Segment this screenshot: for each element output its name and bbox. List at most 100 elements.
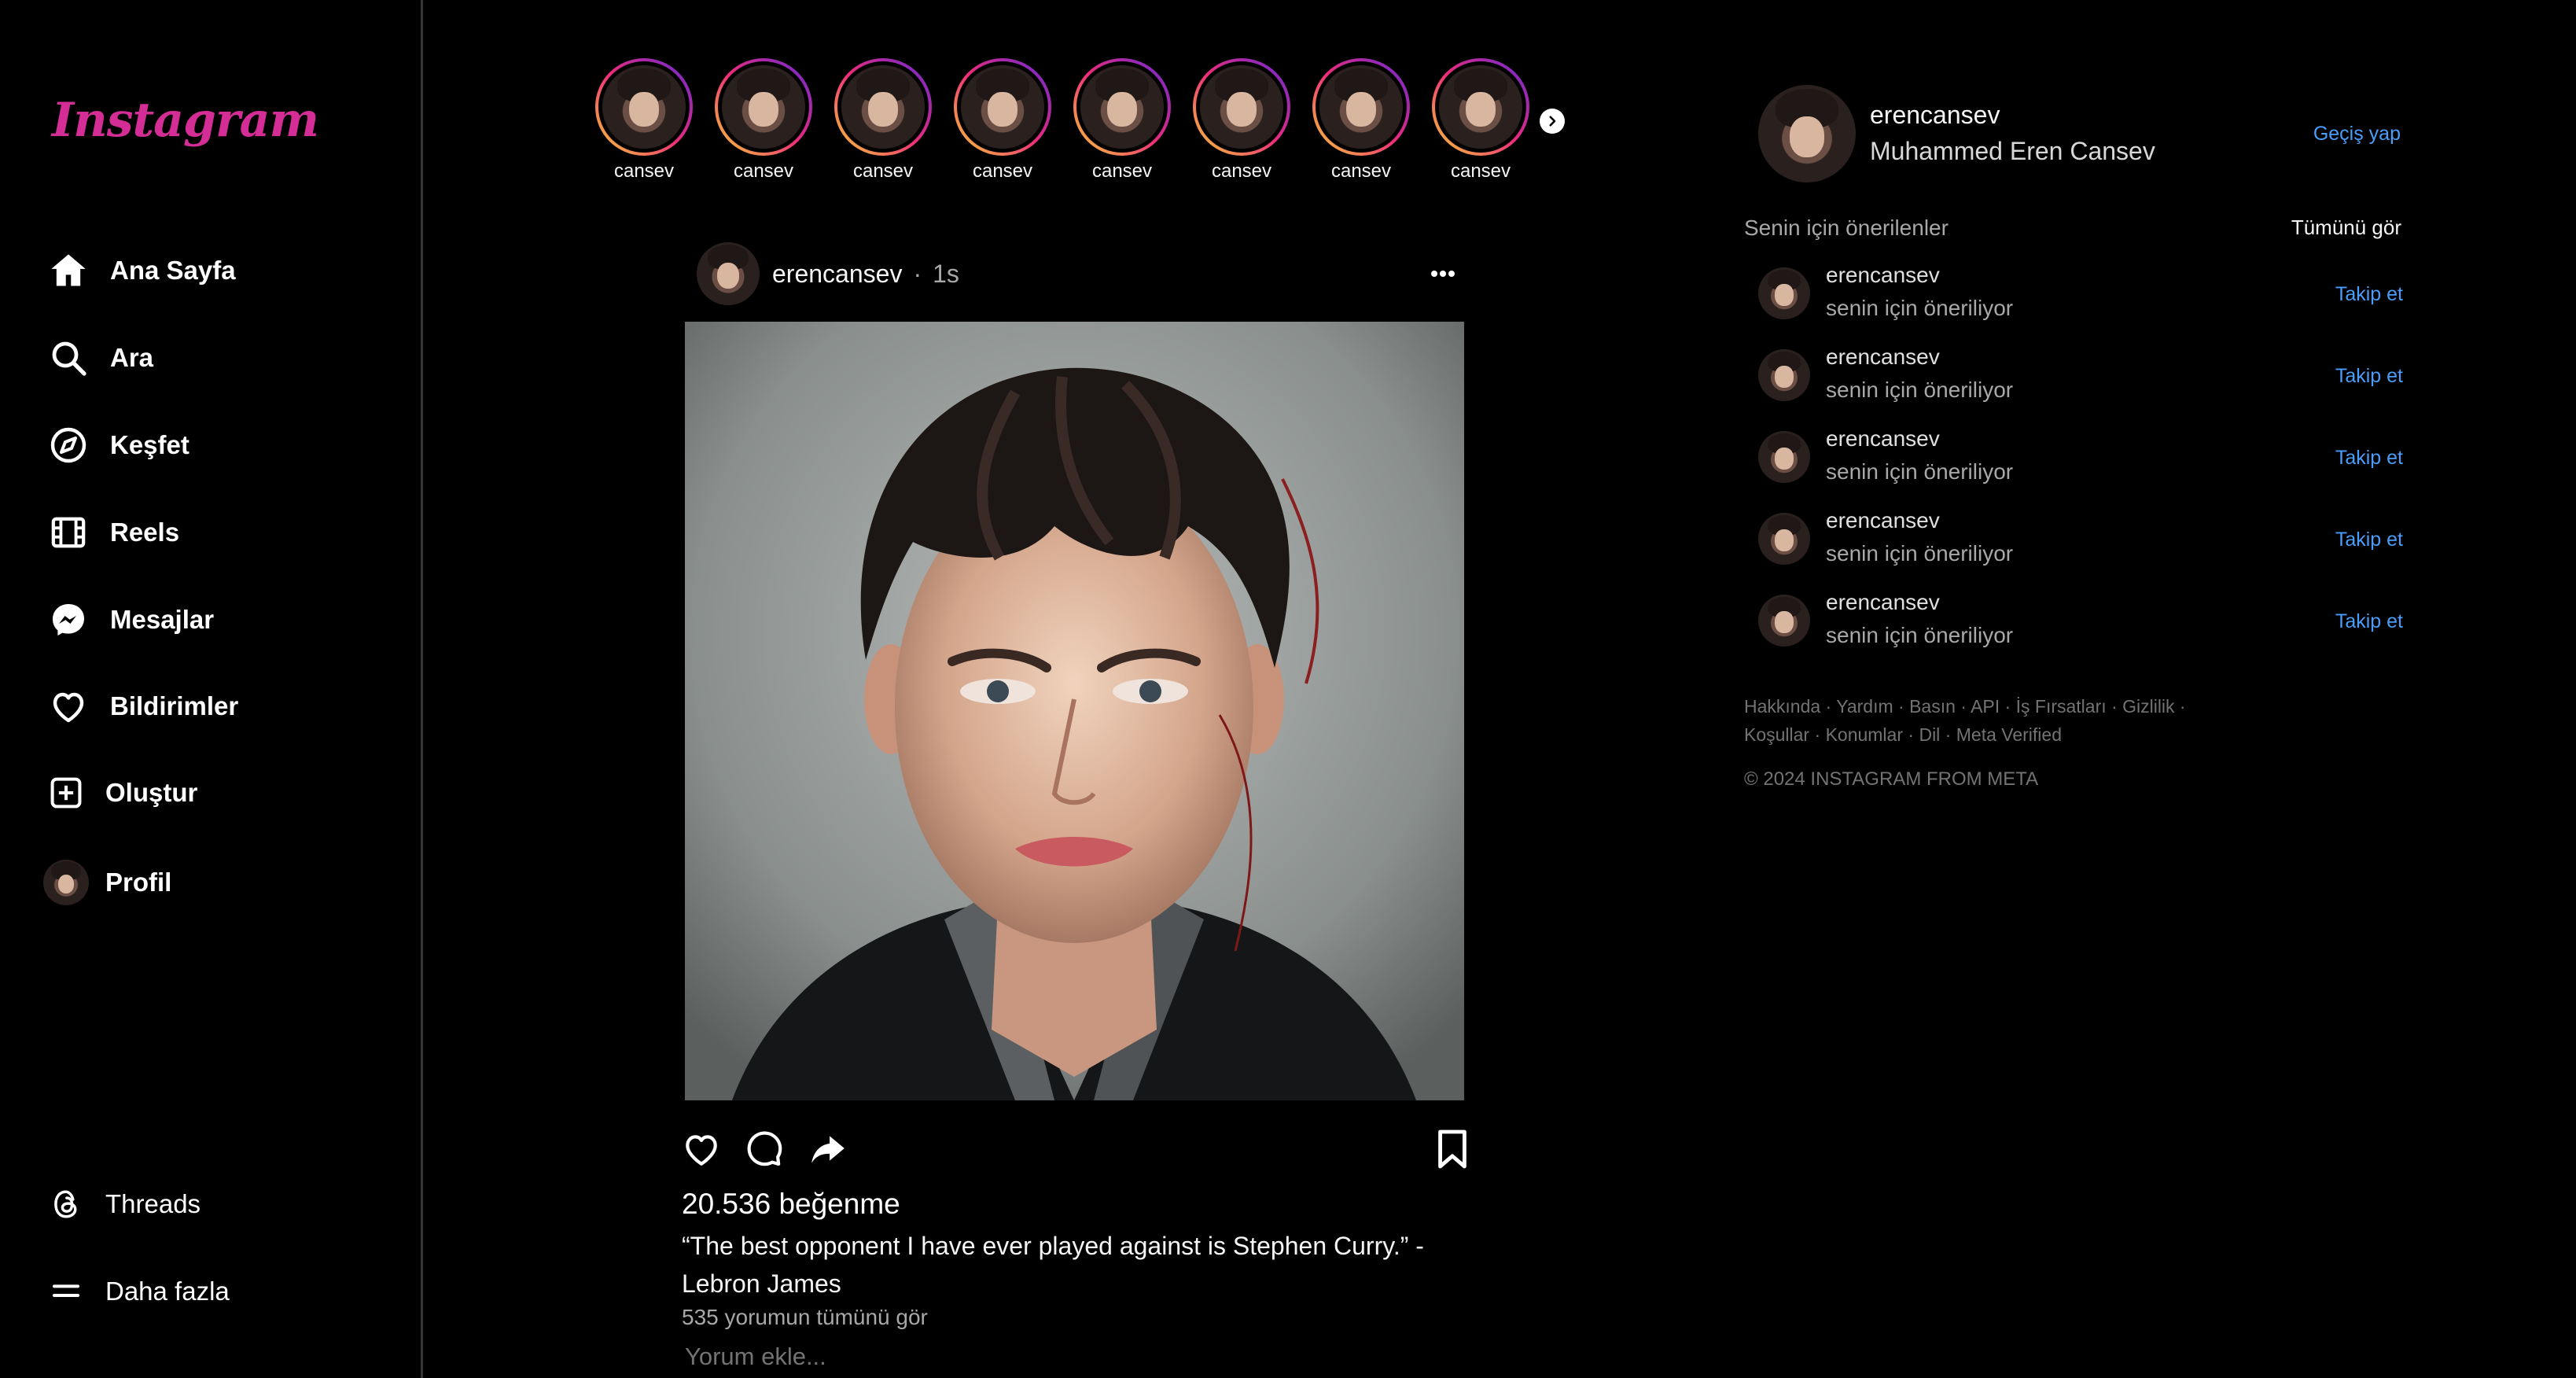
follow-button[interactable]: Takip et [2335, 365, 2403, 388]
sidebar-item-create[interactable]: Oluştur [42, 761, 197, 824]
switch-account-link[interactable]: Geçiş yap [2313, 123, 2401, 146]
sidebar-item-label: Ara [110, 343, 154, 372]
reels-icon [42, 507, 94, 558]
comment-button[interactable] [741, 1126, 786, 1172]
story-username: cansev [613, 160, 675, 182]
suggestion-username[interactable]: erencansev [1826, 426, 1940, 451]
story-ring [954, 58, 1051, 156]
view-all-comments-link[interactable]: 535 yorumun tümünü gör [682, 1305, 928, 1330]
sidebar-item-label: Keşfet [110, 430, 190, 459]
sidebar-item-home[interactable]: Ana Sayfa [42, 239, 236, 302]
footer-link-meta-verified[interactable]: Meta Verified [1956, 724, 2062, 745]
suggestion-username[interactable]: erencansev [1826, 590, 1940, 615]
suggestion-username[interactable]: erencansev [1826, 344, 1940, 370]
sidebar-item-label: Mesajlar [110, 605, 215, 634]
story-avatar [1080, 65, 1164, 149]
suggestion-username[interactable]: erencansev [1826, 263, 1940, 288]
story-username: cansev [733, 160, 794, 182]
search-icon [42, 332, 94, 384]
current-user-avatar[interactable] [1758, 85, 1856, 182]
sidebar-item-label: Ana Sayfa [110, 256, 236, 285]
story-avatar [841, 65, 925, 149]
suggestion-avatar[interactable] [1758, 595, 1810, 647]
story-ring [715, 58, 812, 156]
story-ring [1193, 58, 1290, 156]
post-image[interactable] [685, 322, 1464, 1100]
story-avatar [1439, 65, 1522, 149]
heart-icon [686, 1135, 717, 1166]
share-arrow-icon [811, 1136, 845, 1163]
sidebar-item-search[interactable]: Ara [42, 326, 153, 389]
story-avatar [722, 65, 805, 149]
footer-link-about[interactable]: Hakkında [1744, 696, 1820, 717]
story-avatar [1319, 65, 1403, 149]
follow-button[interactable]: Takip et [2335, 447, 2403, 470]
see-all-link[interactable]: Tümünü gör [2291, 216, 2401, 240]
footer-link-privacy[interactable]: Gizlilik [2122, 696, 2174, 717]
story-item[interactable]: cansev [708, 58, 819, 182]
profile-avatar [42, 857, 90, 908]
menu-icon [42, 1266, 90, 1317]
instagram-logo[interactable]: Instagram [52, 93, 319, 148]
suggestion-avatar[interactable] [1758, 431, 1810, 483]
story-item[interactable]: cansev [1306, 58, 1416, 182]
footer-link-api[interactable]: API [1971, 696, 2000, 717]
sidebar-item-more[interactable]: Daha fazla [42, 1260, 230, 1323]
follow-button[interactable]: Takip et [2335, 529, 2403, 551]
current-user-username[interactable]: erencansev [1870, 101, 2000, 130]
footer-link-press[interactable]: Basın [1909, 696, 1956, 717]
post-author-username[interactable]: erencansev [772, 260, 902, 289]
sidebar-item-messages[interactable]: Mesajlar [42, 588, 214, 651]
sidebar-item-label: Reels [110, 518, 180, 547]
sidebar-item-profile[interactable]: Profil [42, 851, 171, 914]
story-avatar [602, 65, 686, 149]
like-button[interactable] [679, 1126, 724, 1172]
story-item[interactable]: cansev [828, 58, 938, 182]
suggestions-title: Senin için önerilenler [1744, 216, 1949, 240]
sidebar-item-threads[interactable]: Threads [42, 1173, 201, 1236]
story-username: cansev [852, 160, 914, 182]
suggestion-item: erencansev senin için öneriliyor Takip e… [1758, 258, 2403, 329]
follow-button[interactable]: Takip et [2335, 610, 2403, 633]
share-button[interactable] [805, 1126, 851, 1172]
suggestion-avatar[interactable] [1758, 513, 1810, 565]
footer-link-language[interactable]: Dil [1919, 724, 1940, 745]
story-item[interactable]: cansev [948, 58, 1058, 182]
story-username: cansev [1211, 160, 1272, 182]
suggestion-item: erencansev senin için öneriliyor Takip e… [1758, 503, 2403, 574]
story-ring [834, 58, 932, 156]
threads-icon [42, 1178, 90, 1230]
stories-next-button[interactable] [1540, 109, 1565, 134]
story-item[interactable]: cansev [1067, 58, 1177, 182]
sidebar-item-reels[interactable]: Reels [42, 501, 179, 564]
story-username: cansev [1091, 160, 1153, 182]
comment-icon [747, 1131, 782, 1166]
footer-link-help[interactable]: Yardım [1836, 696, 1893, 717]
suggestion-username[interactable]: erencansev [1826, 508, 1940, 533]
compass-icon [42, 419, 94, 471]
post-author-avatar[interactable] [697, 242, 760, 305]
footer-link-terms[interactable]: Koşullar [1744, 724, 1809, 745]
story-item[interactable]: cansev [1187, 58, 1297, 182]
footer-link-locations[interactable]: Konumlar [1826, 724, 1903, 745]
suggestion-avatar[interactable] [1758, 349, 1810, 401]
story-item[interactable]: cansev [589, 58, 699, 182]
save-button[interactable] [1430, 1126, 1475, 1172]
follow-button[interactable]: Takip et [2335, 283, 2403, 306]
comment-input[interactable] [682, 1339, 1459, 1374]
story-item[interactable]: cansev [1426, 58, 1536, 182]
story-ring [1073, 58, 1171, 156]
sidebar-item-explore[interactable]: Keşfet [42, 414, 190, 477]
like-count[interactable]: 20.536 beğenme [682, 1188, 900, 1221]
suggestion-avatar[interactable] [1758, 267, 1810, 319]
suggestion-item: erencansev senin için öneriliyor Takip e… [1758, 585, 2403, 656]
story-ring [595, 58, 693, 156]
post-options-button[interactable] [1425, 260, 1461, 288]
footer-link-jobs[interactable]: İş Fırsatları [2016, 696, 2107, 717]
post-timestamp[interactable]: 1s [933, 260, 959, 289]
sidebar-item-notifications[interactable]: Bildirimler [42, 675, 238, 738]
post-caption: “The best opponent I have ever played ag… [682, 1232, 1424, 1298]
sidebar-item-label: Bildirimler [110, 691, 239, 720]
portrait-illustration [685, 322, 1464, 1100]
story-username: cansev [1330, 160, 1392, 182]
